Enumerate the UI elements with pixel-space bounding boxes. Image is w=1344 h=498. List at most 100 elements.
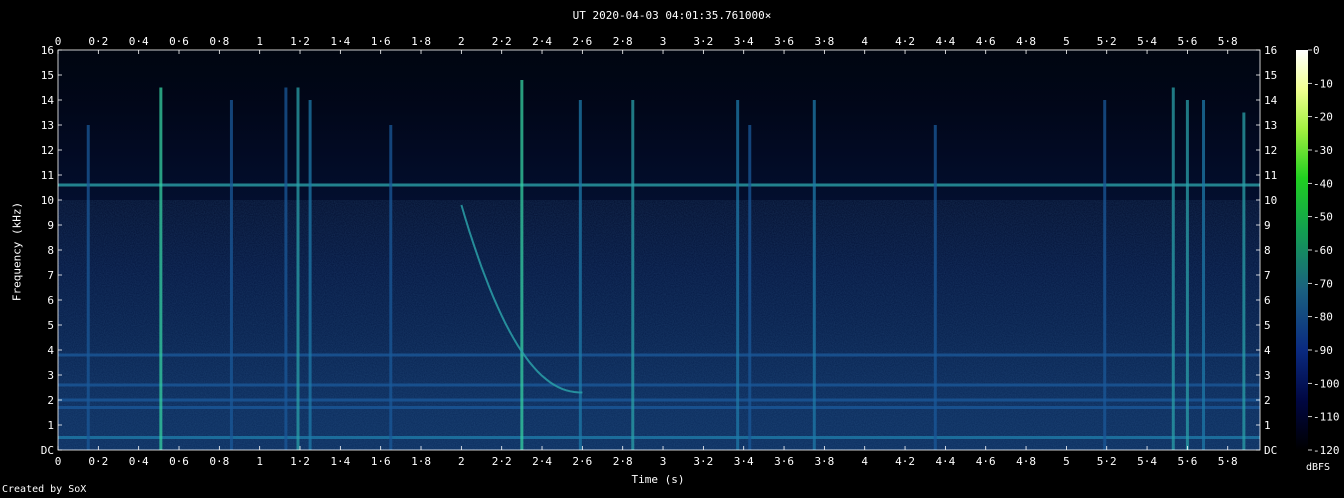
colorbar-label: dBFS xyxy=(1305,462,1331,473)
x-tick-label-bottom: 4·2 xyxy=(895,455,915,468)
y-tick-label-right: 6 xyxy=(1264,294,1271,307)
x-tick-label-top: 0·6 xyxy=(169,35,189,48)
x-tick-label-bottom: 1·2 xyxy=(290,455,310,468)
colorbar-tick-label: -100 xyxy=(1313,377,1340,390)
x-tick-label-top: 1 xyxy=(256,35,263,48)
transient-2 xyxy=(229,100,233,450)
y-tick-label-left: 1 xyxy=(47,419,54,432)
transient-4 xyxy=(296,87,300,450)
horizontal-band-3 xyxy=(58,353,1260,357)
y-tick-label-right: 3 xyxy=(1264,369,1271,382)
x-tick-label-bottom: 1·6 xyxy=(371,455,391,468)
x-tick-label-bottom: 4 xyxy=(861,455,868,468)
y-tick-label-left: 16 xyxy=(41,44,54,57)
x-tick-label-bottom: 4·6 xyxy=(976,455,996,468)
horizontal-band-5 xyxy=(58,436,1260,439)
y-tick-label-right: 4 xyxy=(1264,344,1271,357)
spectrogram-chart: 000·20·20·40·40·60·60·80·8111·21·21·41·4… xyxy=(41,35,1340,468)
transient-0 xyxy=(86,125,90,450)
x-tick-label-bottom: 4·8 xyxy=(1016,455,1036,468)
y-tick-label-right: 1 xyxy=(1264,419,1271,432)
x-tick-label-top: 5·2 xyxy=(1097,35,1117,48)
x-tick-label-bottom: 3·2 xyxy=(693,455,713,468)
x-tick-label-bottom: 0 xyxy=(55,455,62,468)
transient-5 xyxy=(308,100,312,450)
colorbar-tick-label: -60 xyxy=(1313,244,1333,257)
y-tick-label-left: 2 xyxy=(47,394,54,407)
x-tick-label-top: 3 xyxy=(660,35,667,48)
x-tick-label-top: 0·2 xyxy=(88,35,108,48)
x-tick-label-top: 0·8 xyxy=(209,35,229,48)
x-tick-label-bottom: 5·4 xyxy=(1137,455,1157,468)
credit-text: Created by SoX xyxy=(2,484,87,495)
x-tick-label-top: 4·2 xyxy=(895,35,915,48)
colorbar-tick-label: -80 xyxy=(1313,311,1333,324)
x-tick-label-bottom: 1·4 xyxy=(330,455,350,468)
x-tick-label-bottom: 2 xyxy=(458,455,465,468)
x-tick-label-bottom: 0·8 xyxy=(209,455,229,468)
transient-18 xyxy=(1242,112,1246,450)
x-tick-label-bottom: 5 xyxy=(1063,455,1070,468)
y-tick-label-left: 6 xyxy=(47,294,54,307)
y-tick-label-right: 12 xyxy=(1264,144,1277,157)
x-tick-label-top: 3·8 xyxy=(814,35,834,48)
x-tick-label-top: 5·4 xyxy=(1137,35,1157,48)
y-tick-label-right: 2 xyxy=(1264,394,1271,407)
y-tick-label-right: 7 xyxy=(1264,269,1271,282)
x-tick-label-top: 3·4 xyxy=(734,35,754,48)
x-tick-label-top: 3·2 xyxy=(693,35,713,48)
x-tick-label-top: 5 xyxy=(1063,35,1070,48)
x-tick-label-top: 4·6 xyxy=(976,35,996,48)
y-tick-label-left: 10 xyxy=(41,194,54,207)
transient-1 xyxy=(159,87,163,450)
x-tick-label-bottom: 0·6 xyxy=(169,455,189,468)
x-tick-label-bottom: 0·4 xyxy=(129,455,149,468)
x-tick-label-bottom: 5·8 xyxy=(1218,455,1238,468)
colorbar-tick-label: -40 xyxy=(1313,177,1333,190)
x-tick-label-top: 2·6 xyxy=(572,35,592,48)
transient-6 xyxy=(389,125,393,450)
plot-noise xyxy=(58,200,1260,450)
colorbar-tick-label: 0 xyxy=(1313,44,1320,57)
transient-12 xyxy=(812,100,816,450)
horizontal-band-4 xyxy=(58,383,1260,387)
x-tick-label-top: 1·4 xyxy=(330,35,350,48)
horizontal-band-2 xyxy=(58,406,1260,409)
y-tick-label-left: 15 xyxy=(41,69,54,82)
transient-8 xyxy=(578,100,582,450)
transient-9 xyxy=(631,100,635,450)
horizontal-band-0 xyxy=(58,183,1260,187)
y-tick-label-left: 12 xyxy=(41,144,54,157)
x-tick-label-top: 4 xyxy=(861,35,868,48)
y-tick-label-right: 5 xyxy=(1264,319,1271,332)
y-tick-label-right: 16 xyxy=(1264,44,1277,57)
x-tick-label-top: 3·6 xyxy=(774,35,794,48)
x-tick-label-bottom: 0·2 xyxy=(88,455,108,468)
x-tick-label-top: 2·8 xyxy=(613,35,633,48)
x-tick-label-top: 2·4 xyxy=(532,35,552,48)
colorbar-tick-label: -30 xyxy=(1313,144,1333,157)
y-tick-label-left: 9 xyxy=(47,219,54,232)
transient-3 xyxy=(284,87,288,450)
transient-14 xyxy=(1103,100,1107,450)
y-tick-label-left: 14 xyxy=(41,94,55,107)
x-tick-label-top: 0 xyxy=(55,35,62,48)
x-tick-label-bottom: 1·8 xyxy=(411,455,431,468)
y-axis-label: Frequency (kHz) xyxy=(10,201,24,302)
y-tick-label-right: 10 xyxy=(1264,194,1277,207)
colorbar-tick-label: -120 xyxy=(1313,444,1340,457)
x-tick-label-bottom: 5·2 xyxy=(1097,455,1117,468)
y-tick-label-left: 7 xyxy=(47,269,54,282)
transient-13 xyxy=(933,125,937,450)
y-tick-label-left: 4 xyxy=(47,344,54,357)
y-tick-label-right: 8 xyxy=(1264,244,1271,257)
x-tick-label-top: 2 xyxy=(458,35,465,48)
colorbar-tick-label: -70 xyxy=(1313,277,1333,290)
y-tick-label-left: 11 xyxy=(41,169,54,182)
x-tick-label-top: 4·8 xyxy=(1016,35,1036,48)
x-tick-label-bottom: 4·4 xyxy=(935,455,955,468)
transient-10 xyxy=(736,100,740,450)
x-axis-label: Time (s) xyxy=(631,473,685,486)
x-tick-label-top: 5·8 xyxy=(1218,35,1238,48)
y-tick-label-right: DC xyxy=(1264,444,1277,457)
